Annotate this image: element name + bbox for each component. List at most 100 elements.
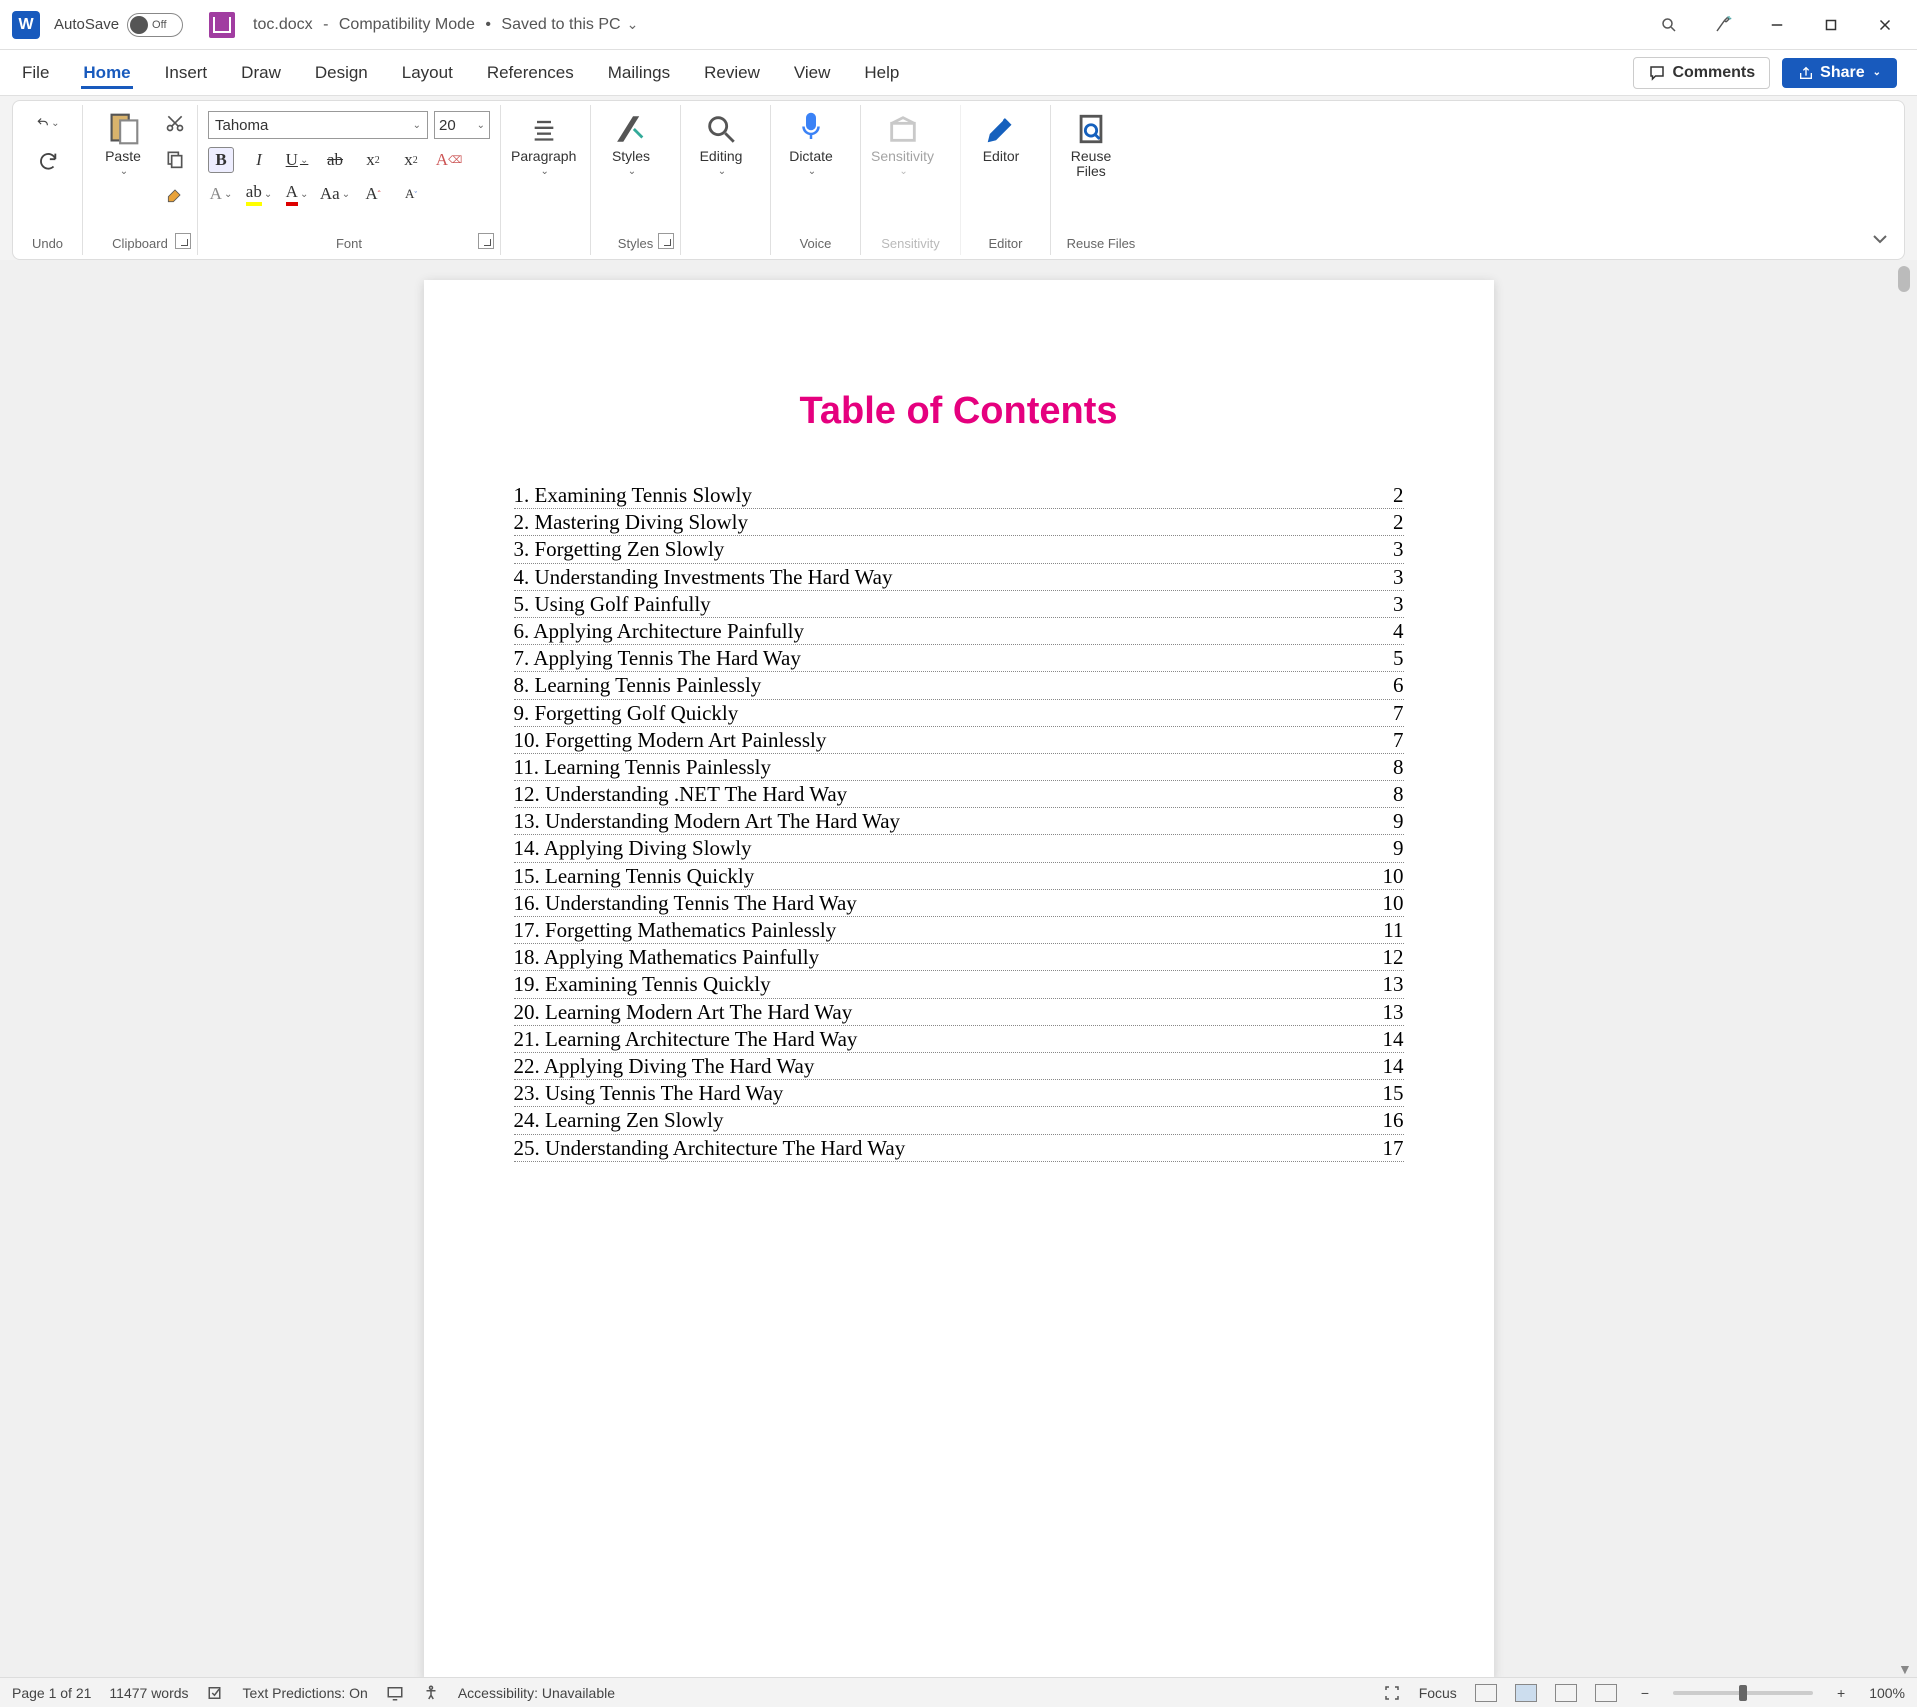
read-mode-button[interactable] — [1475, 1684, 1497, 1702]
toc-entry[interactable]: 21. Learning Architecture The Hard Way14 — [514, 1027, 1404, 1053]
autosave-toggle[interactable]: Off — [127, 13, 183, 37]
tab-references[interactable]: References — [485, 57, 576, 89]
styles-button[interactable]: Styles ⌄ — [601, 111, 661, 177]
change-case-button[interactable]: Aa⌄ — [322, 181, 348, 207]
toc-entry[interactable]: 24. Learning Zen Slowly16 — [514, 1108, 1404, 1134]
toc-entry[interactable]: 4. Understanding Investments The Hard Wa… — [514, 565, 1404, 591]
italic-button[interactable]: I — [246, 147, 272, 173]
tab-mailings[interactable]: Mailings — [606, 57, 672, 89]
tab-file[interactable]: File — [20, 57, 51, 89]
font-launcher[interactable] — [478, 233, 494, 249]
zoom-out-button[interactable]: − — [1635, 1685, 1655, 1701]
dictate-button[interactable]: Dictate ⌄ — [781, 111, 841, 177]
save-button[interactable] — [209, 12, 235, 38]
maximize-button[interactable] — [1819, 13, 1843, 37]
highlight-button[interactable]: ab⌄ — [246, 181, 272, 207]
zoom-level[interactable]: 100% — [1869, 1685, 1905, 1701]
strikethrough-button[interactable]: ab — [322, 147, 348, 173]
format-painter-button[interactable] — [163, 183, 187, 207]
tab-design[interactable]: Design — [313, 57, 370, 89]
font-color-button[interactable]: A⌄ — [284, 181, 310, 207]
focus-icon[interactable] — [1383, 1684, 1401, 1702]
tab-view[interactable]: View — [792, 57, 833, 89]
accessibility-status[interactable]: Accessibility: Unavailable — [458, 1685, 615, 1701]
page[interactable]: Table of Contents 1. Examining Tennis Sl… — [424, 280, 1494, 1677]
clipboard-launcher[interactable] — [175, 233, 191, 249]
redo-button[interactable] — [36, 149, 60, 173]
toc-entry[interactable]: 15. Learning Tennis Quickly10 — [514, 864, 1404, 890]
spellcheck-icon[interactable] — [207, 1684, 225, 1702]
copy-button[interactable] — [163, 147, 187, 171]
toc-entry[interactable]: 6. Applying Architecture Painfully4 — [514, 619, 1404, 645]
tab-home[interactable]: Home — [81, 57, 132, 89]
font-family-select[interactable]: Tahoma ⌄ — [208, 111, 428, 139]
tab-help[interactable]: Help — [862, 57, 901, 89]
toc-entry[interactable]: 23. Using Tennis The Hard Way15 — [514, 1081, 1404, 1107]
toc-entry[interactable]: 11. Learning Tennis Painlessly8 — [514, 755, 1404, 781]
grow-font-button[interactable]: Aˆ — [360, 181, 386, 207]
toc-entry[interactable]: 17. Forgetting Mathematics Painlessly11 — [514, 918, 1404, 944]
toc-entry[interactable]: 8. Learning Tennis Painlessly6 — [514, 673, 1404, 699]
tab-draw[interactable]: Draw — [239, 57, 283, 89]
toc-entry[interactable]: 7. Applying Tennis The Hard Way5 — [514, 646, 1404, 672]
display-settings-icon[interactable] — [386, 1684, 404, 1702]
tab-insert[interactable]: Insert — [163, 57, 210, 89]
saved-status-dropdown[interactable]: ⌄ — [627, 16, 639, 33]
scrollbar-thumb[interactable] — [1898, 266, 1910, 292]
toc-entry[interactable]: 2. Mastering Diving Slowly2 — [514, 510, 1404, 536]
subscript-button[interactable]: x2 — [360, 147, 386, 173]
ribbon-collapse-button[interactable] — [1870, 232, 1890, 249]
accessibility-icon[interactable] — [422, 1684, 440, 1702]
tab-layout[interactable]: Layout — [400, 57, 455, 89]
close-button[interactable] — [1873, 13, 1897, 37]
text-effects-button[interactable]: A⌄ — [208, 181, 234, 207]
share-button[interactable]: Share ⌄ — [1782, 58, 1897, 88]
toc-entry[interactable]: 10. Forgetting Modern Art Painlessly7 — [514, 728, 1404, 754]
shrink-font-button[interactable]: Aˇ — [398, 181, 424, 207]
toc-entry[interactable]: 22. Applying Diving The Hard Way14 — [514, 1054, 1404, 1080]
print-layout-button[interactable] — [1515, 1684, 1537, 1702]
coming-soon-icon[interactable] — [1711, 13, 1735, 37]
toc-entry[interactable]: 12. Understanding .NET The Hard Way8 — [514, 782, 1404, 808]
zoom-slider-knob[interactable] — [1739, 1685, 1747, 1701]
toc-entry[interactable]: 20. Learning Modern Art The Hard Way13 — [514, 1000, 1404, 1026]
clear-formatting-button[interactable]: A⌫ — [436, 147, 462, 173]
comments-button[interactable]: Comments — [1633, 57, 1770, 89]
page-indicator[interactable]: Page 1 of 21 — [12, 1685, 91, 1701]
vertical-scrollbar[interactable]: ▼ — [1895, 260, 1913, 1677]
toc-entry[interactable]: 25. Understanding Architecture The Hard … — [514, 1136, 1404, 1162]
superscript-button[interactable]: x2 — [398, 147, 424, 173]
web-layout-button[interactable] — [1555, 1684, 1577, 1702]
reuse-files-button[interactable]: Reuse Files — [1061, 111, 1121, 180]
paste-button[interactable]: Paste ⌄ — [93, 111, 153, 177]
zoom-slider[interactable] — [1673, 1691, 1813, 1695]
undo-button[interactable]: ⌄ — [36, 111, 60, 135]
toc-entry[interactable]: 19. Examining Tennis Quickly13 — [514, 972, 1404, 998]
word-count[interactable]: 11477 words — [109, 1685, 188, 1701]
document-canvas[interactable]: Table of Contents 1. Examining Tennis Sl… — [0, 260, 1917, 1677]
editing-button[interactable]: Editing ⌄ — [691, 111, 751, 177]
toc-entry[interactable]: 3. Forgetting Zen Slowly3 — [514, 537, 1404, 563]
toc-entry[interactable]: 18. Applying Mathematics Painfully12 — [514, 945, 1404, 971]
underline-button[interactable]: U⌄ — [284, 147, 310, 173]
text-predictions[interactable]: Text Predictions: On — [243, 1685, 368, 1701]
outline-view-button[interactable] — [1595, 1684, 1617, 1702]
toc-entry[interactable]: 5. Using Golf Painfully3 — [514, 592, 1404, 618]
styles-launcher[interactable] — [658, 233, 674, 249]
zoom-in-button[interactable]: + — [1831, 1685, 1851, 1701]
minimize-button[interactable] — [1765, 13, 1789, 37]
cut-button[interactable] — [163, 111, 187, 135]
scrollbar-down-arrow[interactable]: ▼ — [1898, 1661, 1910, 1673]
tab-review[interactable]: Review — [702, 57, 762, 89]
font-size-select[interactable]: 20 ⌄ — [434, 111, 490, 139]
paragraph-button[interactable]: Paragraph ⌄ — [511, 111, 576, 177]
focus-mode[interactable]: Focus — [1419, 1685, 1457, 1701]
toc-entry[interactable]: 13. Understanding Modern Art The Hard Wa… — [514, 809, 1404, 835]
search-icon[interactable] — [1657, 13, 1681, 37]
toc-entry[interactable]: 9. Forgetting Golf Quickly7 — [514, 701, 1404, 727]
toc-entry[interactable]: 14. Applying Diving Slowly9 — [514, 836, 1404, 862]
editor-button[interactable]: Editor — [971, 111, 1031, 164]
toc-entry[interactable]: 1. Examining Tennis Slowly2 — [514, 483, 1404, 509]
bold-button[interactable]: B — [208, 147, 234, 173]
toc-entry[interactable]: 16. Understanding Tennis The Hard Way10 — [514, 891, 1404, 917]
